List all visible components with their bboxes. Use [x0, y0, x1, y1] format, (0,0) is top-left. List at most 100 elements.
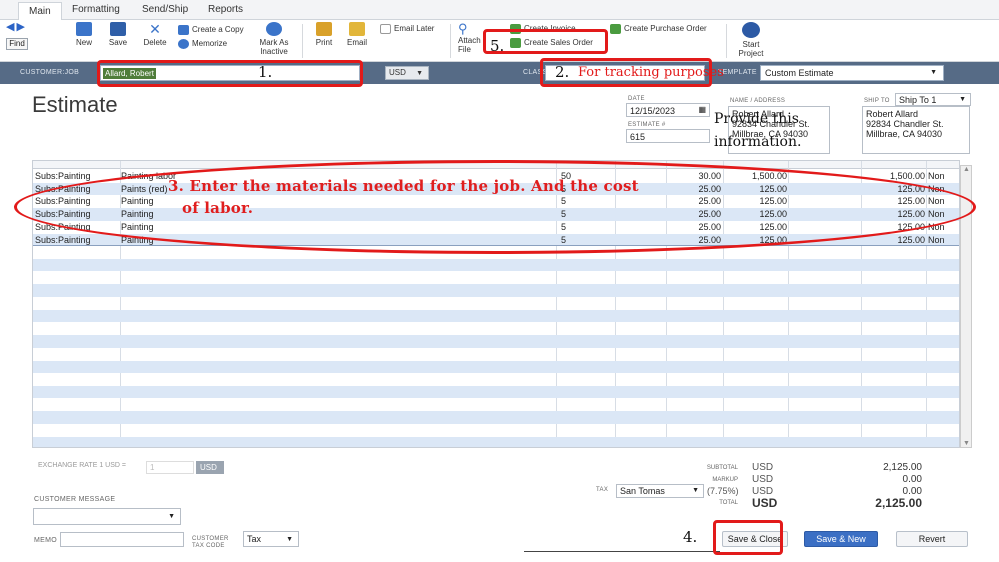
- save-label: Save: [108, 38, 128, 47]
- subtotal-value: 2,125.00: [883, 462, 922, 473]
- annotation-materials-line2: of labor.: [182, 199, 254, 217]
- new-button[interactable]: New: [72, 22, 96, 47]
- ship-to-select[interactable]: Ship To 1 ▼: [895, 93, 971, 106]
- exchange-rate-field[interactable]: 1: [146, 461, 194, 474]
- prev-arrow-icon[interactable]: ◀: [6, 21, 14, 33]
- date-field[interactable]: 12/15/2023 ▦: [626, 103, 710, 117]
- delete-label: Delete: [143, 38, 167, 47]
- tab-formatting[interactable]: Formatting: [72, 4, 120, 15]
- email-button[interactable]: Email: [344, 22, 370, 47]
- annotation-number-2: 2.: [555, 63, 570, 81]
- address-line: Millbrae, CA 94030: [866, 129, 943, 139]
- revert-button[interactable]: Revert: [896, 531, 968, 547]
- annotation-box-save-close: [713, 520, 783, 555]
- attach-file-button[interactable]: ⚲ Attach File: [458, 22, 484, 55]
- markup-label: MARKUP: [712, 477, 738, 483]
- customer-message-select[interactable]: ▼: [33, 508, 181, 525]
- table-row[interactable]: [33, 284, 959, 297]
- cell-tax[interactable]: Non: [928, 234, 958, 247]
- print-button[interactable]: Print: [312, 22, 336, 47]
- print-label: Print: [315, 38, 333, 47]
- memorize-label: Memorize: [192, 39, 228, 49]
- chevron-down-icon: ▼: [930, 69, 937, 76]
- exchange-currency-badge: USD: [196, 461, 224, 474]
- create-copy-button[interactable]: Create a Copy: [178, 25, 244, 35]
- ship-to-address-box[interactable]: Robert Allard 92834 Chandler St. Millbra…: [862, 106, 970, 154]
- create-purchase-order-button[interactable]: Create Purchase Order: [610, 24, 707, 34]
- save-button[interactable]: Save: [106, 22, 130, 47]
- estimate-number-field[interactable]: 615: [626, 129, 710, 143]
- table-row[interactable]: [33, 436, 959, 447]
- table-row[interactable]: [33, 360, 959, 373]
- cell-item[interactable]: Subs:Painting: [35, 234, 119, 247]
- ribbon-divider: [726, 24, 727, 58]
- scroll-up-icon[interactable]: ▲: [963, 166, 970, 173]
- delete-button[interactable]: ✕ Delete: [140, 22, 170, 47]
- exchange-rate-label: EXCHANGE RATE 1 USD =: [38, 462, 126, 469]
- tax-label: TAX: [596, 487, 609, 493]
- mark-inactive-icon: [266, 22, 282, 36]
- tab-main[interactable]: Main: [18, 2, 62, 21]
- chevron-down-icon: ▼: [959, 96, 966, 103]
- next-arrow-icon[interactable]: ▶: [16, 21, 24, 33]
- table-row[interactable]: [33, 309, 959, 323]
- memorize-button[interactable]: Memorize: [178, 39, 227, 49]
- customer-tax-code-label: CUSTOMER TAX CODE: [192, 536, 229, 549]
- page-title: Estimate: [32, 92, 118, 117]
- table-row[interactable]: [33, 373, 959, 386]
- chevron-down-icon: ▼: [286, 536, 293, 543]
- customer-job-label: CUSTOMER:JOB: [20, 69, 80, 76]
- email-icon: [349, 22, 365, 36]
- start-project-button[interactable]: Start Project: [734, 22, 768, 58]
- table-row[interactable]: [33, 335, 959, 348]
- ship-to-label: SHIP TO: [864, 98, 890, 104]
- mark-inactive-button[interactable]: Mark As Inactive: [254, 22, 294, 56]
- ribbon-divider: [450, 24, 451, 58]
- email-later-checkbox[interactable]: Email Later: [380, 24, 434, 34]
- project-icon: [742, 22, 760, 38]
- table-row[interactable]: [33, 385, 959, 399]
- template-select[interactable]: Custom Estimate ▼: [760, 65, 944, 81]
- find-button[interactable]: Find: [6, 38, 28, 50]
- tax-rate: (7.75%): [707, 486, 739, 496]
- memo-field[interactable]: [60, 532, 184, 547]
- save-icon: [110, 22, 126, 36]
- scroll-down-icon[interactable]: ▼: [963, 440, 970, 447]
- customer-tax-code-select[interactable]: Tax ▼: [243, 531, 299, 547]
- name-address-label: NAME / ADDRESS: [730, 98, 786, 104]
- table-row[interactable]: [33, 411, 959, 424]
- email-label: Email: [346, 38, 367, 47]
- nav-arrows[interactable]: ◀ ▶: [6, 21, 25, 33]
- date-value: 12/15/2023: [630, 106, 676, 116]
- calendar-icon[interactable]: ▦: [698, 105, 706, 115]
- table-row[interactable]: [33, 297, 959, 310]
- delete-icon: ✕: [149, 21, 161, 37]
- copy-icon: [178, 25, 189, 35]
- tax-item-value: San Tomas: [620, 486, 665, 496]
- cell-tax[interactable]: Non: [928, 170, 958, 183]
- table-row[interactable]: [33, 399, 959, 412]
- checkbox-icon: [380, 24, 391, 34]
- table-row[interactable]: [33, 348, 959, 361]
- ribbon-tabs: Main Formatting Send/Ship Reports: [0, 0, 999, 21]
- template-value: Custom Estimate: [765, 68, 834, 78]
- print-icon: [316, 22, 332, 36]
- chevron-down-icon: ▼: [692, 487, 699, 494]
- currency-select[interactable]: USD ▼: [385, 66, 429, 80]
- tax-item-select[interactable]: San Tomas ▼: [616, 484, 704, 498]
- table-row[interactable]: [33, 424, 959, 437]
- memo-label: MEMO: [34, 537, 57, 544]
- tab-reports[interactable]: Reports: [208, 4, 243, 15]
- tab-send-ship[interactable]: Send/Ship: [142, 4, 188, 15]
- create-po-label: Create Purchase Order: [624, 24, 707, 34]
- annotation-provide-line1: Provide this: [714, 111, 799, 127]
- annotation-number-5: 5.: [490, 37, 505, 55]
- table-row[interactable]: [33, 272, 959, 285]
- annotation-provide-line2: information.: [714, 134, 802, 150]
- ribbon-divider: [302, 24, 303, 58]
- table-row[interactable]: [33, 322, 959, 335]
- email-later-label: Email Later: [394, 24, 435, 34]
- markup-currency: USD: [752, 474, 774, 485]
- save-new-button[interactable]: Save & New: [804, 531, 878, 547]
- table-row[interactable]: [33, 258, 959, 272]
